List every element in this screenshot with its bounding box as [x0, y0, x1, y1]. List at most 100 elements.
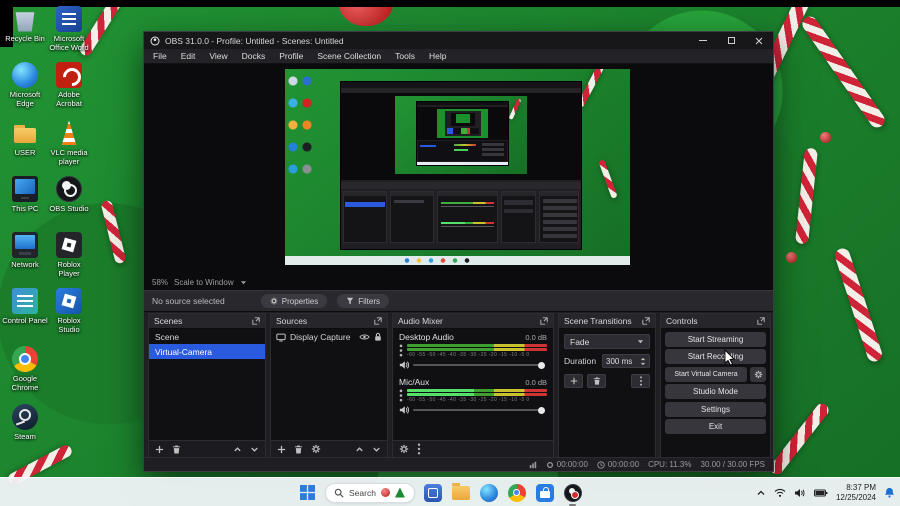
transitions-header[interactable]: Scene Transitions	[559, 314, 655, 329]
exit-button[interactable]: Exit	[665, 419, 766, 434]
mixer-settings-gear-icon[interactable]	[399, 444, 409, 454]
visibility-eye-icon[interactable]	[359, 333, 370, 341]
preview-scale-mode[interactable]: Scale to Window	[174, 278, 234, 287]
desktop-icon-word[interactable]: Microsoft Office Word	[46, 6, 92, 52]
volume-slider[interactable]	[413, 361, 545, 369]
source-item[interactable]: Display Capture	[271, 329, 387, 345]
title-bar[interactable]: OBS 31.0.0 - Profile: Untitled - Scenes:…	[144, 32, 773, 49]
taskbar-icon-store[interactable]	[534, 482, 555, 503]
taskbar-icon-edge[interactable]	[478, 482, 499, 503]
desktop-icon-obs[interactable]: OBS Studio	[46, 176, 92, 213]
notification-bell-icon[interactable]	[884, 487, 895, 498]
desktop-icon-this-pc[interactable]: This PC	[2, 176, 48, 213]
desktop-icon-label: Microsoft Edge	[9, 90, 41, 108]
properties-button[interactable]: Properties	[260, 294, 328, 308]
desktop-icon-roblox-studio[interactable]: Roblox Studio	[46, 288, 92, 334]
wifi-icon[interactable]	[774, 488, 786, 498]
desktop-icon-roblox-player[interactable]: Roblox Player	[46, 232, 92, 278]
studio-mode-button[interactable]: Studio Mode	[665, 384, 766, 399]
start-virtual-camera-button[interactable]: Start Virtual Camera	[665, 366, 747, 382]
properties-label: Properties	[281, 296, 319, 306]
candy-cane	[767, 401, 832, 477]
desktop-icon-chrome[interactable]: Google Chrome	[2, 346, 48, 392]
channel-menu-dots-icon[interactable]	[399, 389, 403, 402]
desktop-icon-vlc[interactable]: VLC media player	[46, 120, 92, 166]
popout-icon[interactable]	[757, 317, 765, 325]
menu-scene-collection[interactable]: Scene Collection	[310, 51, 388, 61]
volume-slider-knob[interactable]	[538, 406, 545, 414]
mixer-menu-dots-icon[interactable]	[417, 443, 421, 455]
source-properties-gear-icon[interactable]	[311, 444, 321, 454]
add-scene-icon[interactable]	[155, 445, 164, 454]
volume-slider-knob[interactable]	[538, 361, 545, 369]
popout-icon[interactable]	[252, 317, 260, 325]
menu-edit[interactable]: Edit	[174, 51, 203, 61]
volume-icon[interactable]	[794, 488, 806, 498]
move-up-icon[interactable]	[233, 445, 242, 454]
remove-scene-icon[interactable]	[172, 444, 181, 454]
lock-icon[interactable]	[374, 332, 382, 342]
desktop-icon-acrobat[interactable]: Adobe Acrobat	[46, 62, 92, 108]
popout-icon[interactable]	[540, 317, 548, 325]
popout-icon[interactable]	[374, 317, 382, 325]
taskbar-icon-chrome[interactable]	[506, 482, 527, 503]
remove-source-icon[interactable]	[294, 444, 303, 454]
desktop-icon-network[interactable]: Network	[2, 232, 48, 269]
network-icon	[12, 232, 38, 258]
start-streaming-button[interactable]: Start Streaming	[665, 331, 766, 347]
transition-properties-button[interactable]	[631, 374, 650, 388]
transition-select[interactable]: Fade	[564, 334, 650, 349]
gear-icon	[270, 297, 278, 305]
scene-item[interactable]: Scene	[149, 329, 265, 344]
move-up-icon[interactable]	[355, 445, 364, 454]
start-button[interactable]	[297, 482, 318, 503]
sources-header[interactable]: Sources	[271, 314, 387, 329]
desktop-icon-edge[interactable]: Microsoft Edge	[2, 62, 48, 108]
duration-spinbox[interactable]: 300 ms	[602, 354, 650, 368]
scenes-header[interactable]: Scenes	[149, 314, 265, 329]
settings-button[interactable]: Settings	[665, 401, 766, 417]
scene-item-selected[interactable]: Virtual-Camera	[149, 344, 265, 359]
desktop-icon-user-folder[interactable]: USER	[2, 120, 48, 157]
search-box[interactable]: Search	[325, 482, 415, 503]
preview-canvas[interactable]	[285, 69, 630, 265]
tray-chevron-up-icon[interactable]	[756, 489, 766, 497]
taskbar-icon-obs[interactable]	[562, 482, 583, 506]
filters-button[interactable]: Filters	[337, 294, 390, 308]
desktop-icon-control-panel[interactable]: Control Panel	[2, 288, 48, 325]
volume-slider[interactable]	[413, 406, 545, 414]
add-source-icon[interactable]	[277, 445, 286, 454]
preview-zoom-value[interactable]: 58%	[152, 278, 168, 287]
add-transition-button[interactable]	[564, 374, 583, 388]
minimize-button[interactable]	[689, 32, 717, 49]
taskbar-icon-task-view[interactable]	[422, 482, 443, 503]
controls-header[interactable]: Controls	[661, 314, 770, 329]
virtual-camera-config-button[interactable]	[750, 366, 766, 382]
speaker-icon[interactable]	[399, 360, 409, 370]
spin-up-icon[interactable]	[640, 357, 646, 361]
speaker-icon[interactable]	[399, 405, 409, 415]
remove-transition-button[interactable]	[587, 374, 606, 388]
battery-icon[interactable]	[813, 489, 828, 497]
channel-menu-dots-icon[interactable]	[399, 344, 403, 357]
spin-down-icon[interactable]	[640, 362, 646, 366]
preview-mini-cane	[598, 159, 618, 199]
maximize-button[interactable]	[717, 32, 745, 49]
chevron-down-icon[interactable]	[240, 279, 247, 286]
close-button[interactable]	[745, 32, 773, 49]
desktop-icon-recycle-bin[interactable]: Recycle Bin	[2, 6, 48, 43]
menu-help[interactable]: Help	[422, 51, 453, 61]
taskbar-icon-file-explorer[interactable]	[450, 482, 471, 503]
move-down-icon[interactable]	[250, 445, 259, 454]
popout-icon[interactable]	[642, 317, 650, 325]
desktop-icon-steam[interactable]: Steam	[2, 404, 48, 441]
mixer-header[interactable]: Audio Mixer	[393, 314, 553, 329]
start-recording-button[interactable]: Start Recording	[665, 349, 766, 364]
menu-profile[interactable]: Profile	[272, 51, 310, 61]
menu-file[interactable]: File	[146, 51, 174, 61]
menu-tools[interactable]: Tools	[388, 51, 422, 61]
move-down-icon[interactable]	[372, 445, 381, 454]
menu-view[interactable]: View	[202, 51, 234, 61]
menu-docks[interactable]: Docks	[235, 51, 273, 61]
taskbar-clock[interactable]: 8:37 PM 12/25/2024	[836, 483, 876, 503]
